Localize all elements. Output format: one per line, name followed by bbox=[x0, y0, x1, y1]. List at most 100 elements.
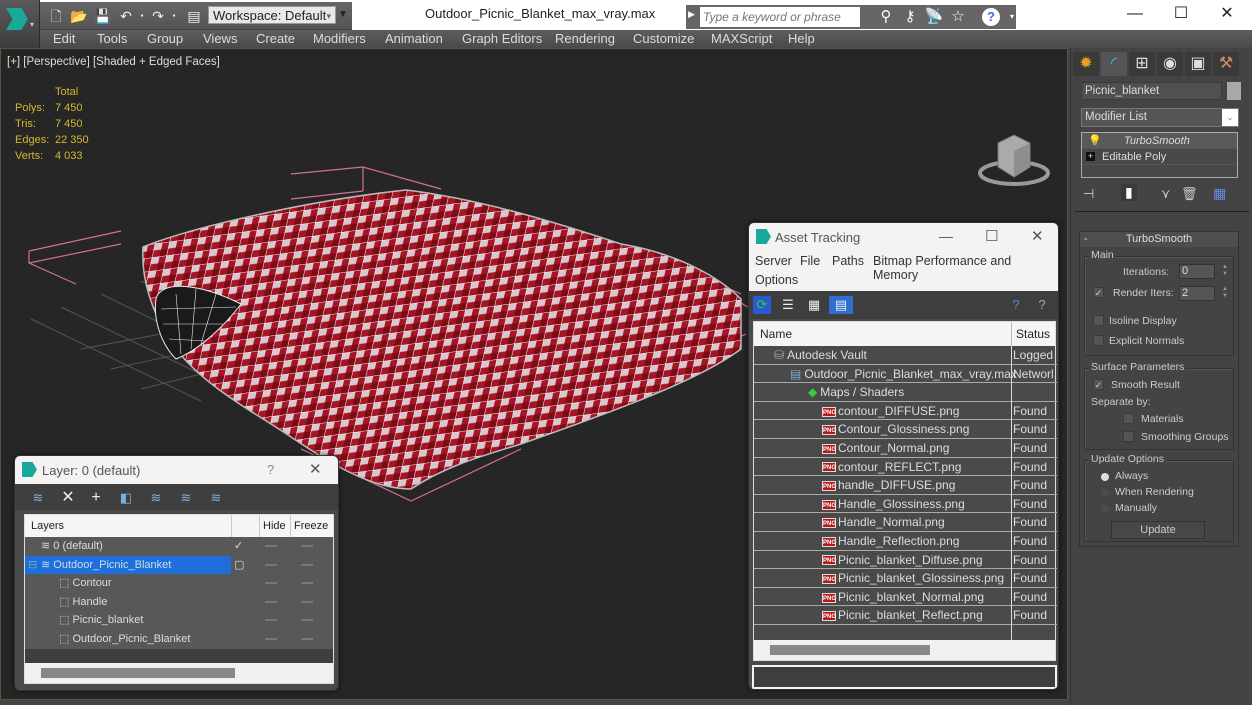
pin-stack-icon[interactable]: ⊣ bbox=[1083, 186, 1094, 202]
lightbulb-icon[interactable]: 💡 bbox=[1088, 133, 1102, 149]
column-name[interactable]: Name bbox=[760, 327, 792, 341]
show-end-result-icon[interactable]: ▮ bbox=[1121, 184, 1137, 201]
new-layer-icon[interactable]: ≋ bbox=[29, 489, 47, 507]
menu-bitmap-performance[interactable]: Bitmap Performance and Memory bbox=[873, 254, 1058, 282]
update-when-rendering-radio[interactable] bbox=[1101, 489, 1109, 497]
close-button[interactable]: ✕ bbox=[1031, 227, 1044, 245]
dialog-title-bar[interactable]: Layer: 0 (default) ? ✕ bbox=[15, 456, 338, 484]
isoline-display-checkbox[interactable] bbox=[1093, 315, 1104, 326]
iterations-spinner[interactable]: ▲ ▼ bbox=[1220, 264, 1230, 279]
binoculars-icon[interactable]: ⚲ bbox=[876, 8, 896, 26]
collapse-arrow-icon[interactable]: ▶ bbox=[688, 9, 695, 20]
highlight-selected-icon[interactable]: ≋ bbox=[147, 489, 165, 507]
update-always-radio[interactable] bbox=[1101, 473, 1109, 481]
menu-paths[interactable]: Paths bbox=[832, 254, 864, 268]
project-folder-icon[interactable]: ▤ bbox=[186, 8, 202, 24]
render-iters-spinner[interactable]: ▲ ▼ bbox=[1220, 286, 1230, 301]
customize-qat-icon[interactable]: ▼ bbox=[338, 6, 350, 24]
modifier-list-dropdown[interactable]: Modifier List ⌄ bbox=[1081, 108, 1239, 127]
update-manually-radio[interactable] bbox=[1101, 505, 1109, 513]
menu-animation[interactable]: Animation bbox=[385, 31, 443, 46]
column-layers[interactable]: Layers bbox=[31, 520, 64, 532]
configure-sets-icon[interactable]: ▦ bbox=[1213, 185, 1226, 202]
redo-dropdown-icon[interactable]: ▪ bbox=[166, 8, 182, 24]
menu-rendering[interactable]: Rendering bbox=[555, 31, 615, 46]
app-menu-button[interactable]: ▾ bbox=[0, 0, 40, 48]
workspace-select[interactable]: Workspace: Default ▾ bbox=[208, 6, 336, 24]
horizontal-scrollbar[interactable] bbox=[25, 663, 333, 683]
render-iters-checkbox[interactable]: ✓ bbox=[1093, 287, 1104, 298]
menu-server[interactable]: Server bbox=[755, 254, 792, 268]
update-button[interactable]: Update bbox=[1111, 521, 1205, 539]
help-icon[interactable]: ? bbox=[1007, 296, 1025, 314]
active-layer-check-icon[interactable]: ✓ bbox=[234, 537, 243, 555]
menu-edit[interactable]: Edit bbox=[53, 31, 75, 46]
minimize-button[interactable]: — bbox=[1112, 2, 1158, 26]
freeze-toggle[interactable] bbox=[301, 619, 313, 622]
hide-toggle[interactable] bbox=[265, 545, 277, 547]
hide-toggle[interactable] bbox=[265, 619, 277, 622]
redo-icon[interactable]: ↷ bbox=[150, 8, 166, 24]
freeze-toggle[interactable] bbox=[301, 563, 313, 566]
scrollbar-thumb[interactable] bbox=[770, 645, 930, 655]
column-status[interactable]: Status bbox=[1011, 322, 1050, 346]
freeze-toggle[interactable] bbox=[301, 638, 313, 640]
materials-checkbox[interactable] bbox=[1123, 413, 1134, 424]
motion-tab-icon[interactable]: ◉ bbox=[1157, 52, 1183, 76]
key-icon[interactable]: ⚷ bbox=[900, 8, 920, 26]
chevron-down-icon[interactable]: ▾ bbox=[1002, 8, 1022, 26]
explicit-normals-checkbox[interactable] bbox=[1093, 335, 1104, 346]
layer-row[interactable]: ⬚ Handle bbox=[25, 592, 333, 612]
expand-icon[interactable]: + bbox=[1086, 152, 1095, 161]
rollout-header[interactable]: - TurboSmooth bbox=[1080, 232, 1238, 247]
hide-toggle[interactable] bbox=[265, 600, 277, 603]
satellite-icon[interactable]: 📡 bbox=[924, 8, 944, 26]
modify-tab-icon[interactable]: ◜ bbox=[1101, 52, 1127, 76]
new-file-icon[interactable]: 🗋 bbox=[48, 8, 64, 24]
stack-item-editable-poly[interactable]: + Editable Poly bbox=[1082, 149, 1237, 165]
column-freeze[interactable]: Freeze bbox=[290, 515, 328, 537]
menu-customize[interactable]: Customize bbox=[633, 31, 694, 46]
freeze-toggle[interactable] bbox=[301, 582, 313, 585]
render-iters-input[interactable]: 2 bbox=[1179, 286, 1215, 301]
horizontal-scrollbar[interactable] bbox=[754, 640, 1055, 660]
star-icon[interactable]: ☆ bbox=[948, 8, 968, 26]
collapse-icon[interactable]: ⊟ bbox=[28, 556, 37, 574]
layer-properties-icon[interactable]: ≋ bbox=[207, 489, 225, 507]
menu-group[interactable]: Group bbox=[147, 31, 183, 46]
delete-layer-icon[interactable]: ✕ bbox=[59, 489, 77, 507]
menu-modifiers[interactable]: Modifiers bbox=[313, 31, 366, 46]
add-to-layer-icon[interactable]: + bbox=[87, 489, 105, 507]
create-tab-icon[interactable]: ✹ bbox=[1073, 52, 1099, 76]
list-view-icon[interactable]: ☰ bbox=[779, 296, 797, 314]
utilities-tab-icon[interactable]: ⚒ bbox=[1213, 52, 1239, 76]
open-file-icon[interactable]: 📂 bbox=[70, 8, 87, 24]
smooth-result-checkbox[interactable]: ✓ bbox=[1093, 379, 1104, 390]
dialog-title-bar[interactable]: Asset Tracking — ☐ ✕ bbox=[749, 223, 1058, 251]
display-tab-icon[interactable]: ▣ bbox=[1185, 52, 1211, 76]
select-objects-icon[interactable]: ◧ bbox=[117, 489, 135, 507]
column-hide[interactable]: Hide bbox=[259, 515, 286, 537]
object-color-swatch[interactable] bbox=[1227, 82, 1241, 100]
hide-toggle[interactable] bbox=[265, 582, 277, 585]
save-icon[interactable]: 💾 bbox=[94, 8, 111, 24]
menu-help[interactable]: Help bbox=[788, 31, 815, 46]
search-input[interactable] bbox=[700, 7, 860, 27]
menu-maxscript[interactable]: MAXScript bbox=[711, 31, 772, 46]
iterations-input[interactable]: 0 bbox=[1179, 264, 1215, 279]
menu-views[interactable]: Views bbox=[203, 31, 237, 46]
menu-options[interactable]: Options bbox=[755, 273, 798, 287]
layer-row[interactable]: ⬚ Outdoor_Picnic_Blanket bbox=[25, 630, 333, 649]
layer-row[interactable]: ⊟ ≋ Outdoor_Picnic_Blanket ▢ bbox=[25, 555, 333, 575]
maximize-button[interactable]: ☐ bbox=[985, 227, 998, 245]
object-name-field[interactable]: Picnic_blanket bbox=[1081, 82, 1222, 100]
viewcube[interactable] bbox=[976, 129, 1056, 189]
menu-tools[interactable]: Tools bbox=[97, 31, 127, 46]
layer-row[interactable]: ⬚ Picnic_blanket bbox=[25, 611, 333, 630]
help-button[interactable]: ? bbox=[267, 462, 274, 477]
minimize-button[interactable]: — bbox=[939, 228, 953, 244]
freeze-toggle[interactable] bbox=[301, 545, 313, 547]
menu-file[interactable]: File bbox=[800, 254, 820, 268]
undo-dropdown-icon[interactable]: ▪ bbox=[134, 8, 150, 24]
hide-toggle[interactable] bbox=[265, 638, 277, 640]
